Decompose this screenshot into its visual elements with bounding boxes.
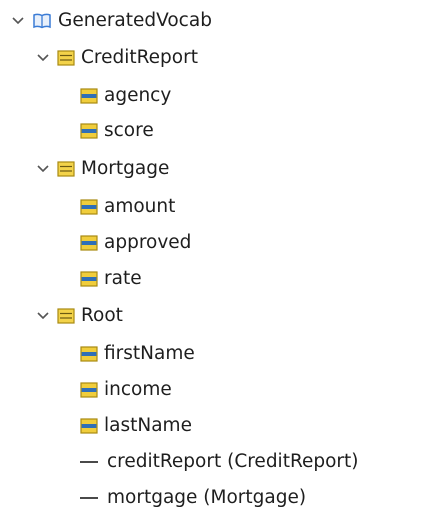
node-label: lastName [104, 415, 192, 436]
node-label: income [104, 379, 172, 400]
tree-node-mortgage-ref[interactable]: mortgage (Mortgage) [80, 481, 306, 512]
node-label: Mortgage [81, 158, 170, 179]
node-label: Root [81, 305, 123, 326]
vocabulary-tree: GeneratedVocab CreditReport agency score… [0, 0, 431, 512]
tree-node-rate[interactable]: rate [80, 262, 142, 296]
vocabulary-book-icon [32, 12, 52, 30]
tree-node-firstname[interactable]: firstName [80, 337, 195, 371]
chevron-down-icon[interactable] [35, 161, 51, 177]
tree-node-approved[interactable]: approved [80, 226, 191, 260]
tree-node-score[interactable]: score [80, 114, 154, 148]
node-label: CreditReport [81, 47, 198, 68]
chevron-down-icon[interactable] [35, 308, 51, 324]
tree-node-income[interactable]: income [80, 373, 172, 407]
node-label: creditReport (CreditReport) [107, 451, 359, 472]
tree-node-creditreport[interactable]: CreditReport [35, 41, 198, 75]
type-folder-icon [57, 308, 75, 324]
tree-node-amount[interactable]: amount [80, 190, 175, 224]
tree-node-lastname[interactable]: lastName [80, 409, 192, 443]
node-label: amount [104, 196, 176, 217]
attribute-icon [80, 199, 98, 215]
node-label: GeneratedVocab [58, 10, 212, 31]
node-label: score [104, 120, 154, 141]
node-label: mortgage (Mortgage) [107, 487, 307, 508]
type-folder-icon [57, 161, 75, 177]
chevron-down-icon[interactable] [35, 50, 51, 66]
node-label: approved [104, 232, 192, 253]
tree-node-mortgage[interactable]: Mortgage [35, 152, 169, 186]
attribute-icon [80, 235, 98, 251]
attribute-icon [80, 382, 98, 398]
attribute-icon [80, 123, 98, 139]
node-label: agency [104, 85, 172, 106]
attribute-icon [80, 88, 98, 104]
node-label: firstName [104, 343, 195, 364]
attribute-icon [80, 271, 98, 287]
attribute-icon [80, 418, 98, 434]
chevron-down-icon[interactable] [10, 13, 26, 29]
type-folder-icon [57, 50, 75, 66]
reference-dash-icon [80, 497, 98, 499]
reference-dash-icon [80, 461, 98, 463]
node-label: rate [104, 268, 142, 289]
tree-node-agency[interactable]: agency [80, 79, 171, 113]
tree-node-creditreport-ref[interactable]: creditReport (CreditReport) [80, 445, 359, 479]
tree-node-root[interactable]: Root [35, 299, 123, 333]
attribute-icon [80, 346, 98, 362]
tree-node-generatedvocab[interactable]: GeneratedVocab [10, 4, 212, 38]
